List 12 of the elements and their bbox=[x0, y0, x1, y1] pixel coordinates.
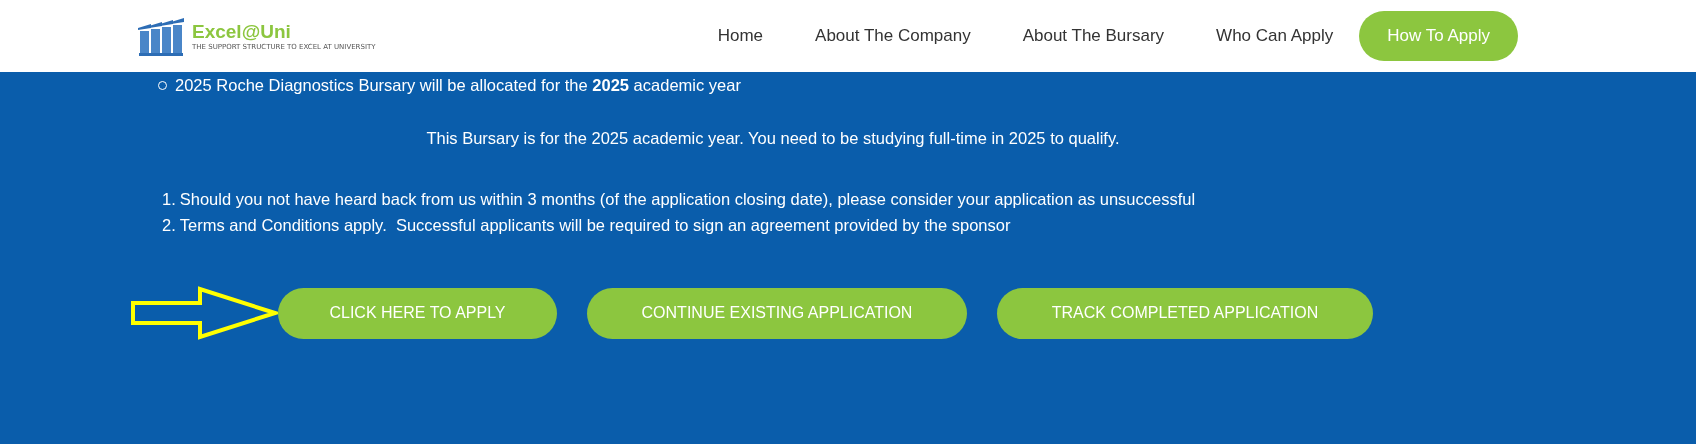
list-number: 1. bbox=[162, 190, 176, 209]
nav-link[interactable]: About The Company bbox=[789, 26, 997, 46]
nav-link[interactable]: Who Can Apply bbox=[1190, 26, 1360, 46]
list-text: Terms and Conditions apply. Successful applicants will be required to sign an agreement provided by the sponsor bbox=[179, 216, 1011, 235]
notice-text: This Bursary is for the 2025 academic year. You need to be studying full-time in 2025 to qualify. bbox=[425, 129, 1121, 148]
list-number: 2. bbox=[162, 216, 176, 235]
logo-text: Excel@Uni bbox=[192, 21, 292, 41]
nav-link[interactable]: About The Bursary bbox=[996, 26, 1191, 46]
arrow-icon bbox=[130, 286, 278, 340]
list-text: Should you not have heard back from us within 3 months (of the application closing date), please consider your application as unsuccessful bbox=[179, 190, 1196, 209]
bullet-text: 2025 Roche Diagnostics Bursary will be allocated for the 2025 academic year bbox=[175, 76, 741, 95]
nav-link[interactable]: Home bbox=[691, 26, 790, 46]
